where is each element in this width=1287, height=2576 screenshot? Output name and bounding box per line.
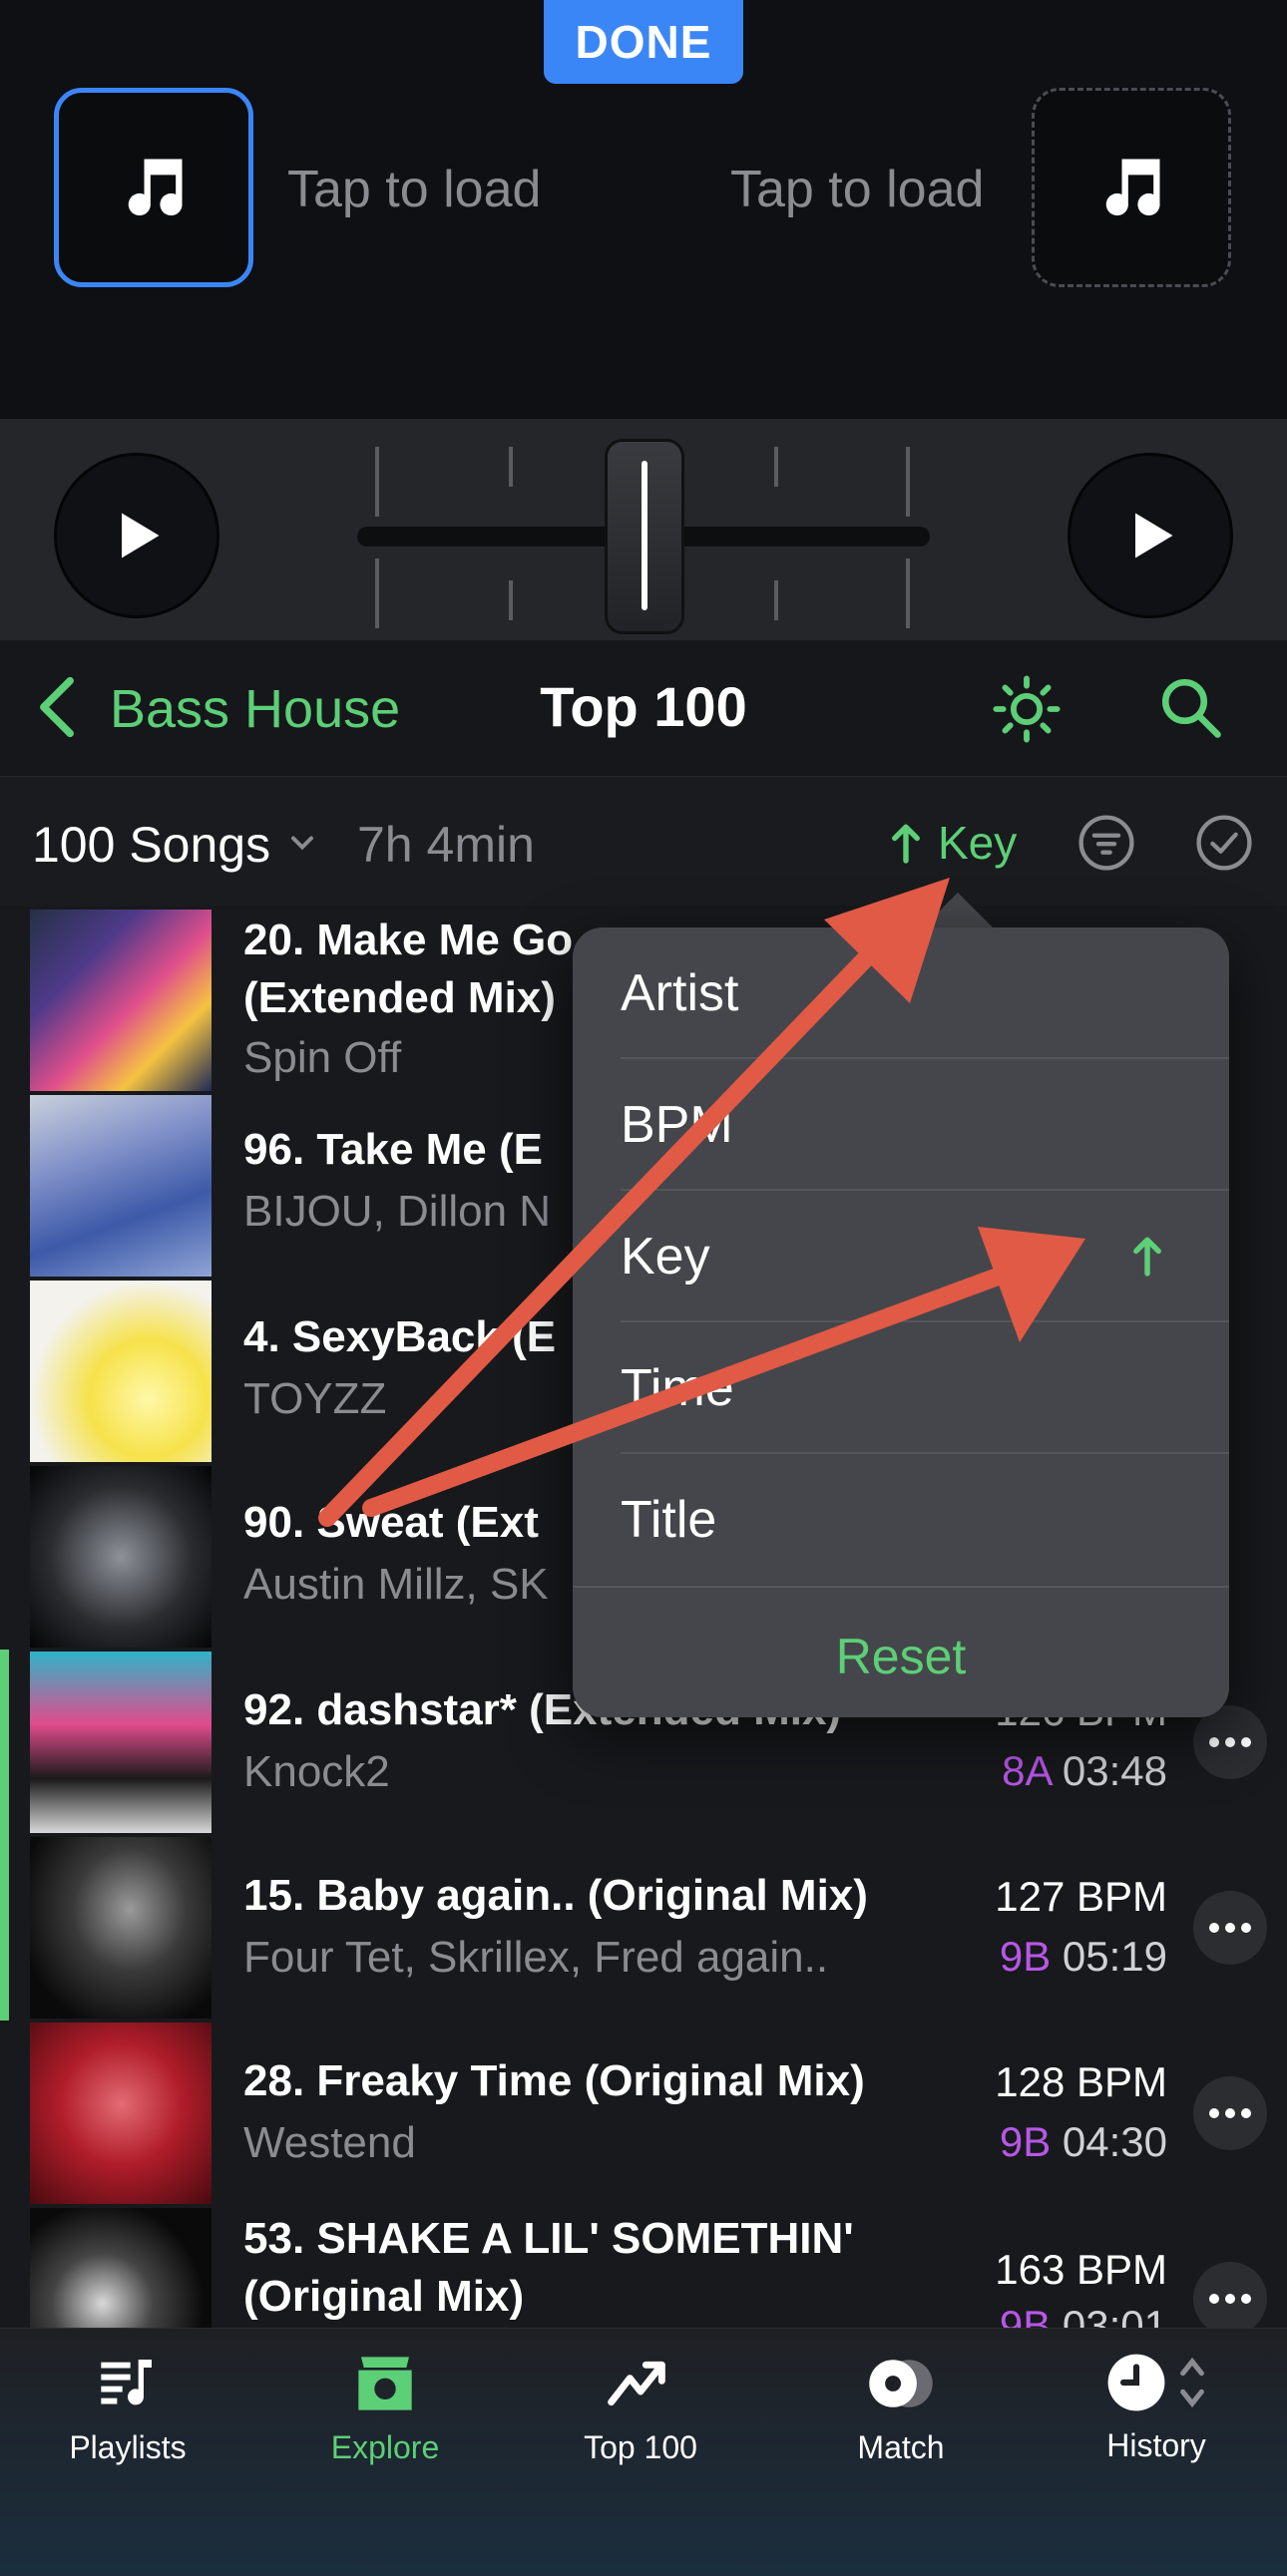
- sort-updown-icon: [1180, 2357, 1204, 2408]
- playlists-icon: [101, 2360, 152, 2405]
- clock-icon: [1107, 2354, 1165, 2411]
- tab-label: Explore: [330, 2429, 440, 2465]
- annotation-arrows: [318, 878, 1085, 1527]
- tab-label: Top 100: [584, 2429, 697, 2465]
- trending-icon: [608, 2361, 665, 2406]
- tab-label: Playlists: [69, 2429, 187, 2465]
- tab-match[interactable]: Match: [776, 2352, 1026, 2501]
- tab-top-100[interactable]: Top 100: [516, 2352, 765, 2501]
- tab-history[interactable]: History: [1032, 2352, 1281, 2501]
- tab-label: Match: [857, 2429, 945, 2465]
- match-discs-icon: [869, 2360, 933, 2407]
- tab-playlists[interactable]: Playlists: [3, 2352, 252, 2501]
- explore-crate-icon: [358, 2357, 412, 2410]
- tab-label: History: [1106, 2427, 1206, 2463]
- tab-explore[interactable]: Explore: [260, 2352, 510, 2501]
